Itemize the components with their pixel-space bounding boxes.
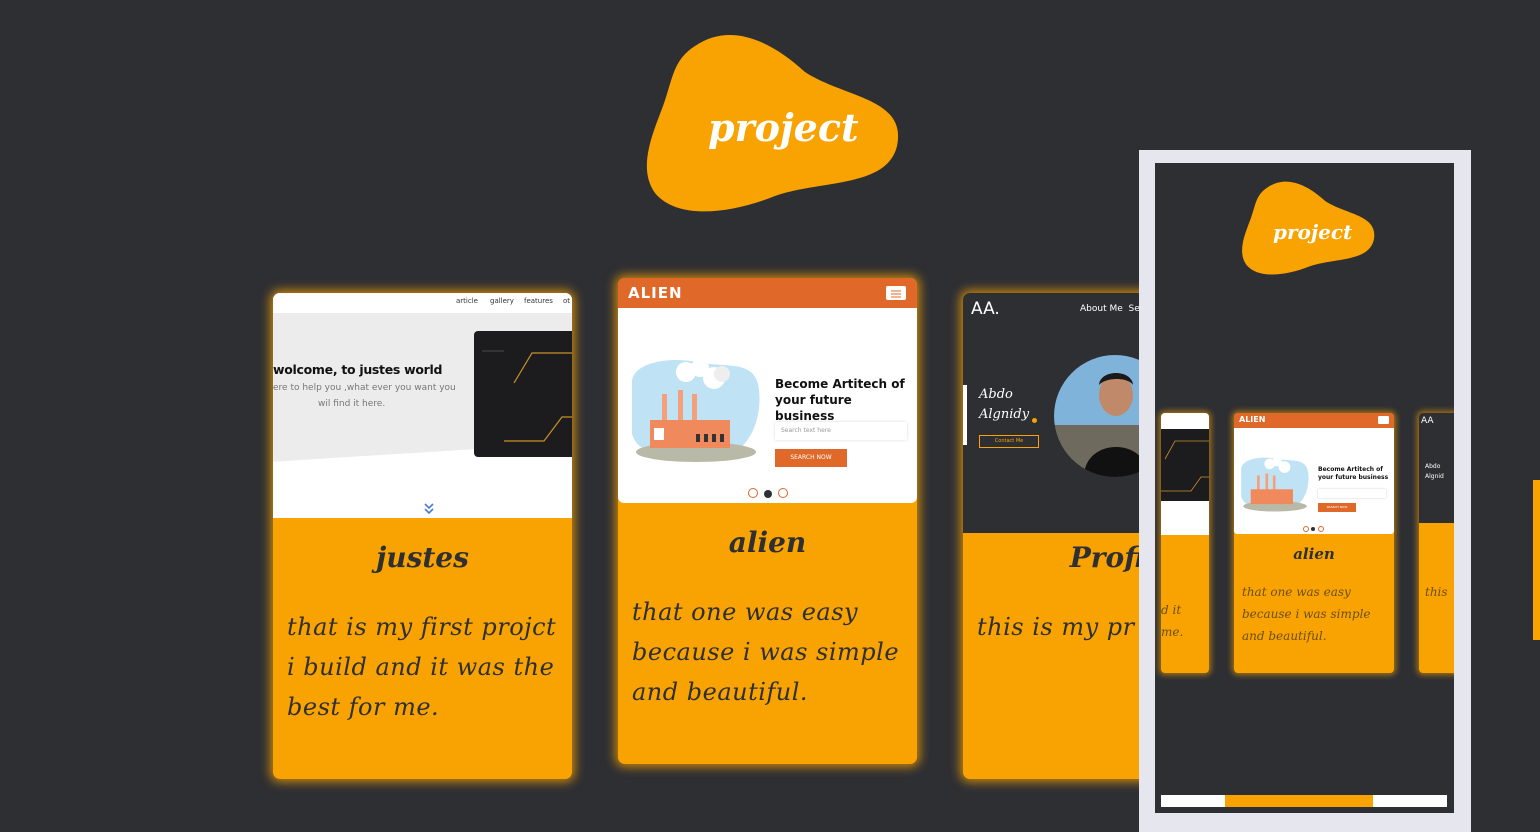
phone-menu-icon[interactable]: [1378, 416, 1389, 424]
factory-illustration: [631, 359, 760, 462]
carousel-dot-1[interactable]: [748, 488, 758, 498]
carousel-dots: [748, 488, 796, 500]
phone-scrollbar-thumb[interactable]: [1225, 795, 1373, 807]
project-card-alien[interactable]: ALIEN Become Artitech of your future bus…: [618, 278, 917, 764]
alien-header: ALIEN: [618, 278, 917, 308]
alien-search-input[interactable]: Search text here: [775, 422, 907, 440]
justes-hero-image: [474, 331, 572, 457]
justes-text-1: ere to help you ,what ever you want you: [273, 383, 456, 393]
justes-heading: wolcome, to justes world: [273, 362, 443, 377]
justes-text-2: wil find it here.: [318, 399, 386, 409]
phone-factory-illustration: [1241, 457, 1309, 512]
phone-profil-name-1: Abdo: [1425, 463, 1441, 470]
profil-name-2: Algnidy: [979, 407, 1030, 422]
phone-profil-logo: AA: [1421, 416, 1434, 426]
card-desc-alien: that one was easy because i was simple a…: [632, 598, 900, 706]
card-title-alien: alien: [728, 526, 807, 559]
alien-preview: ALIEN Become Artitech of your future bus…: [618, 278, 917, 503]
phone-card-alien[interactable]: ALIEN Become Artitech of your future bus…: [1234, 413, 1394, 673]
alien-heading: Become Artitech of your future business: [775, 377, 905, 423]
profil-side-bar: [963, 385, 967, 445]
profil-name-dot: [1032, 418, 1037, 423]
justes-nav: article gallery features ot: [273, 293, 572, 313]
justes-preview: article gallery features ot wolcome, to …: [273, 293, 572, 518]
phone-card-justes[interactable]: d it me.: [1161, 413, 1209, 673]
section-title: project: [708, 105, 859, 150]
phone-justes-text-2: me.: [1161, 625, 1184, 639]
justes-nav-features[interactable]: features: [524, 297, 553, 305]
phone-carousel-dot-2[interactable]: [1311, 527, 1315, 531]
phone-alien-search[interactable]: [1318, 489, 1386, 498]
phone-alien-brand: ALIEN: [1239, 415, 1266, 424]
profil-name-1: Abdo: [979, 387, 1013, 402]
menu-icon[interactable]: [886, 286, 906, 300]
phone-justes-hero: [1161, 429, 1209, 501]
alien-brand: ALIEN: [628, 284, 683, 302]
justes-nav-article[interactable]: article: [456, 297, 478, 305]
card-title-justes: justes: [376, 541, 469, 574]
phone-alien-heading: Become Artitech of your future business: [1318, 466, 1389, 481]
phone-screen: project d it me. ALIEN Become Artitech o…: [1155, 163, 1454, 813]
phone-justes-preview: [1161, 413, 1209, 535]
phone-profil-text: this: [1425, 585, 1448, 599]
justes-nav-other[interactable]: ot: [563, 297, 570, 305]
chevrons-down-icon[interactable]: [423, 501, 435, 515]
phone-alien-body: Become Artitech of your future business …: [1234, 428, 1394, 534]
phone-carousel-dot-3[interactable]: [1318, 526, 1324, 532]
phone-card-profil[interactable]: AA Abdo Algnid this: [1419, 413, 1454, 673]
carousel-dot-3[interactable]: [778, 488, 788, 498]
justes-nav-gallery[interactable]: gallery: [490, 297, 514, 305]
phone-alien-title: alien: [1293, 545, 1335, 563]
phone-justes-text-1: d it: [1161, 603, 1182, 617]
phone-profil-name-2: Algnid: [1425, 473, 1444, 480]
phone-preview-frame: project d it me. ALIEN Become Artitech o…: [1139, 150, 1471, 832]
carousel-dot-2[interactable]: [764, 490, 772, 498]
phone-scrollbar-track[interactable]: [1161, 795, 1447, 807]
phone-carousel-dot-1[interactable]: [1303, 526, 1309, 532]
alien-search-button[interactable]: SEARCH NOW: [775, 449, 847, 467]
phone-section-title: project: [1273, 220, 1353, 244]
phone-alien-header: ALIEN: [1234, 413, 1394, 428]
phone-alien-desc: that one was easy because i was simple a…: [1242, 585, 1371, 643]
alien-body: Become Artitech of your future business …: [618, 308, 917, 503]
profil-logo: AA.: [971, 299, 1000, 319]
profil-contact-button[interactable]: Contact Me: [979, 435, 1039, 448]
right-edge-accent: [1533, 480, 1540, 640]
phone-alien-button[interactable]: SEARCH NOW: [1318, 503, 1356, 512]
project-card-justes[interactable]: article gallery features ot wolcome, to …: [273, 293, 572, 779]
card-desc-justes: that is my first projct i build and it w…: [287, 613, 557, 721]
